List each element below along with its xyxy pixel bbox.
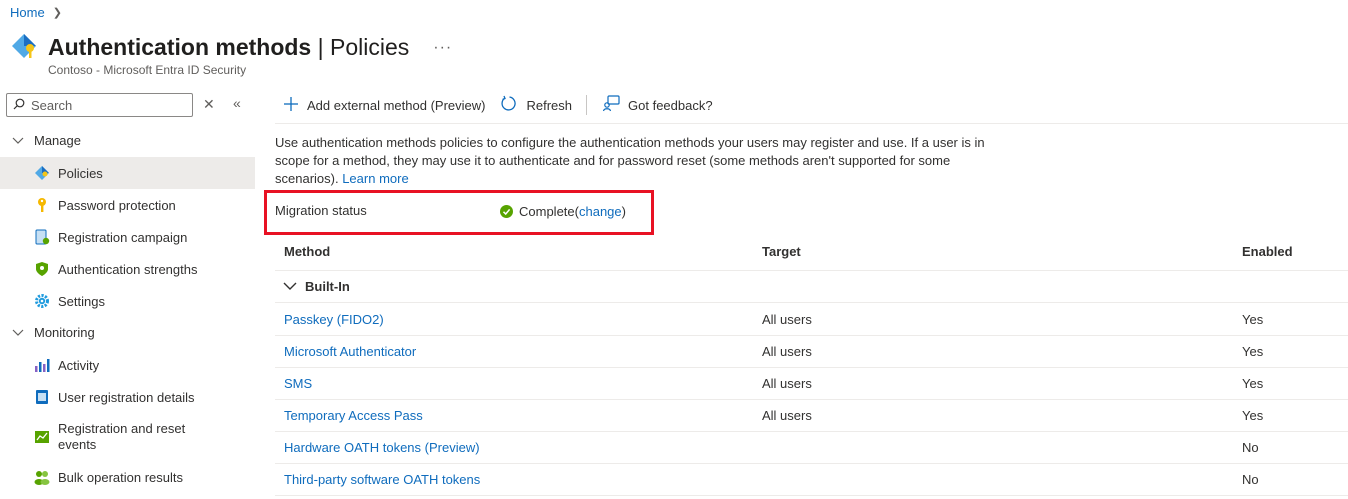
table-row: Hardware OATH tokens (Preview) No <box>275 431 1348 463</box>
collapse-sidebar-icon[interactable]: « <box>233 95 241 111</box>
migration-status-value: Complete (change) <box>500 204 626 219</box>
users-group-icon <box>34 469 50 485</box>
feedback-icon <box>602 95 620 115</box>
chevron-down-icon <box>12 133 26 148</box>
plus-icon <box>283 96 299 115</box>
sidebar-item-user-registration-details[interactable]: User registration details <box>0 381 255 413</box>
method-link[interactable]: Hardware OATH tokens (Preview) <box>284 440 480 455</box>
sidebar-group-monitoring[interactable]: Monitoring <box>0 316 255 348</box>
method-link[interactable]: Third-party software OATH tokens <box>284 472 480 487</box>
row-divider <box>275 495 1348 496</box>
learn-more-link[interactable]: Learn more <box>342 171 408 186</box>
paren-close: ) <box>621 204 626 219</box>
shield-icon <box>34 261 50 277</box>
target-cell: All users <box>762 312 812 327</box>
feedback-button[interactable]: Got feedback? <box>602 95 713 115</box>
method-link[interactable]: SMS <box>284 376 312 391</box>
sidebar-item-label: Password protection <box>58 197 176 213</box>
enabled-cell: Yes <box>1242 376 1264 391</box>
table-row: Temporary Access Pass All users Yes <box>275 399 1348 431</box>
registration-campaign-icon <box>34 229 50 245</box>
sidebar-item-label: User registration details <box>58 389 195 405</box>
add-external-method-button[interactable]: Add external method (Preview) <box>283 96 485 115</box>
sidebar-item-label: Registration campaign <box>58 229 188 245</box>
sidebar-item-registration-campaign[interactable]: Registration campaign <box>0 221 255 253</box>
sidebar-item-label: Authentication strengths <box>58 261 198 277</box>
page-header: Authentication methods | Policies ··· <box>10 32 452 63</box>
sidebar-item-bulk-operation-results[interactable]: Bulk operation results <box>0 461 255 493</box>
group-label: Built-In <box>305 279 350 294</box>
enabled-cell: No <box>1242 440 1259 455</box>
feedback-label: Got feedback? <box>628 97 713 113</box>
sidebar-group-manage[interactable]: Manage <box>0 124 255 156</box>
column-header-target[interactable]: Target <box>762 244 801 259</box>
page-description: Use authentication methods policies to c… <box>275 134 995 188</box>
more-options-icon[interactable]: ··· <box>433 39 452 57</box>
sidebar-item-activity[interactable]: Activity <box>0 349 255 381</box>
refresh-button[interactable]: Refresh <box>501 95 572 115</box>
table-row: Passkey (FIDO2) All users Yes <box>275 303 1348 335</box>
change-migration-link[interactable]: change <box>579 204 622 219</box>
sidebar-group-label: Manage <box>34 132 81 148</box>
target-cell: All users <box>762 408 812 423</box>
breadcrumb: Home ❯ <box>10 5 62 20</box>
refresh-label: Refresh <box>526 97 573 113</box>
bar-chart-icon <box>34 357 50 373</box>
chevron-down-icon <box>12 325 26 340</box>
sidebar-item-label: Registration and reset events <box>58 421 186 452</box>
column-header-method[interactable]: Method <box>284 244 330 259</box>
add-external-method-label: Add external method (Preview) <box>307 97 486 113</box>
enabled-cell: No <box>1242 472 1259 487</box>
page-title: Authentication methods | Policies <box>48 34 410 60</box>
sidebar-search-input[interactable]: Search <box>6 93 193 117</box>
target-cell: All users <box>762 376 812 391</box>
key-icon <box>34 197 50 213</box>
sidebar-item-policies[interactable]: Policies <box>0 157 255 189</box>
sidebar-item-password-protection[interactable]: Password protection <box>0 189 255 221</box>
clear-search-icon[interactable]: ✕ <box>203 96 215 113</box>
check-circle-icon <box>500 205 513 218</box>
table-row: SMS All users Yes <box>275 367 1348 399</box>
toolbar-divider-line <box>275 123 1348 124</box>
sidebar-item-label: Settings <box>58 293 105 309</box>
chevron-right-icon: ❯ <box>52 7 62 19</box>
sidebar-item-label: Bulk operation results <box>58 469 184 485</box>
method-link[interactable]: Passkey (FIDO2) <box>284 312 384 327</box>
search-icon <box>13 98 25 113</box>
search-placeholder: Search <box>31 97 73 113</box>
gear-icon <box>34 293 50 309</box>
enabled-cell: Yes <box>1242 408 1264 423</box>
refresh-icon <box>501 95 518 115</box>
migration-status-text: Complete <box>519 204 575 219</box>
authentication-methods-icon <box>10 32 38 63</box>
target-cell: All users <box>762 344 812 359</box>
events-chart-icon <box>34 429 50 445</box>
user-details-icon <box>34 389 50 405</box>
policies-icon <box>34 165 50 181</box>
migration-status-label: Migration status <box>275 203 367 218</box>
table-row: Third-party software OATH tokens No <box>275 463 1348 495</box>
sidebar-item-settings[interactable]: Settings <box>0 285 255 317</box>
sidebar-item-label: Activity <box>58 357 100 373</box>
sidebar-item-label: Policies <box>58 165 103 181</box>
method-link[interactable]: Microsoft Authenticator <box>284 344 416 359</box>
group-built-in-toggle[interactable]: Built-In <box>283 279 350 294</box>
command-bar: Add external method (Preview) Refresh Go… <box>283 93 729 117</box>
sidebar-item-authentication-strengths[interactable]: Authentication strengths <box>0 253 255 285</box>
page-subtitle: Contoso - Microsoft Entra ID Security <box>48 63 247 77</box>
sidebar-item-registration-reset-events[interactable]: Registration and reset events <box>0 417 255 457</box>
enabled-cell: Yes <box>1242 312 1264 327</box>
column-header-enabled[interactable]: Enabled <box>1242 244 1293 259</box>
enabled-cell: Yes <box>1242 344 1264 359</box>
sidebar-group-label: Monitoring <box>34 324 95 340</box>
method-link[interactable]: Temporary Access Pass <box>284 408 423 423</box>
breadcrumb-home-link[interactable]: Home <box>10 5 45 20</box>
table-row: Microsoft Authenticator All users Yes <box>275 335 1348 367</box>
toolbar-divider <box>586 95 588 115</box>
table-header-divider <box>275 270 1348 271</box>
chevron-down-icon <box>283 279 297 294</box>
